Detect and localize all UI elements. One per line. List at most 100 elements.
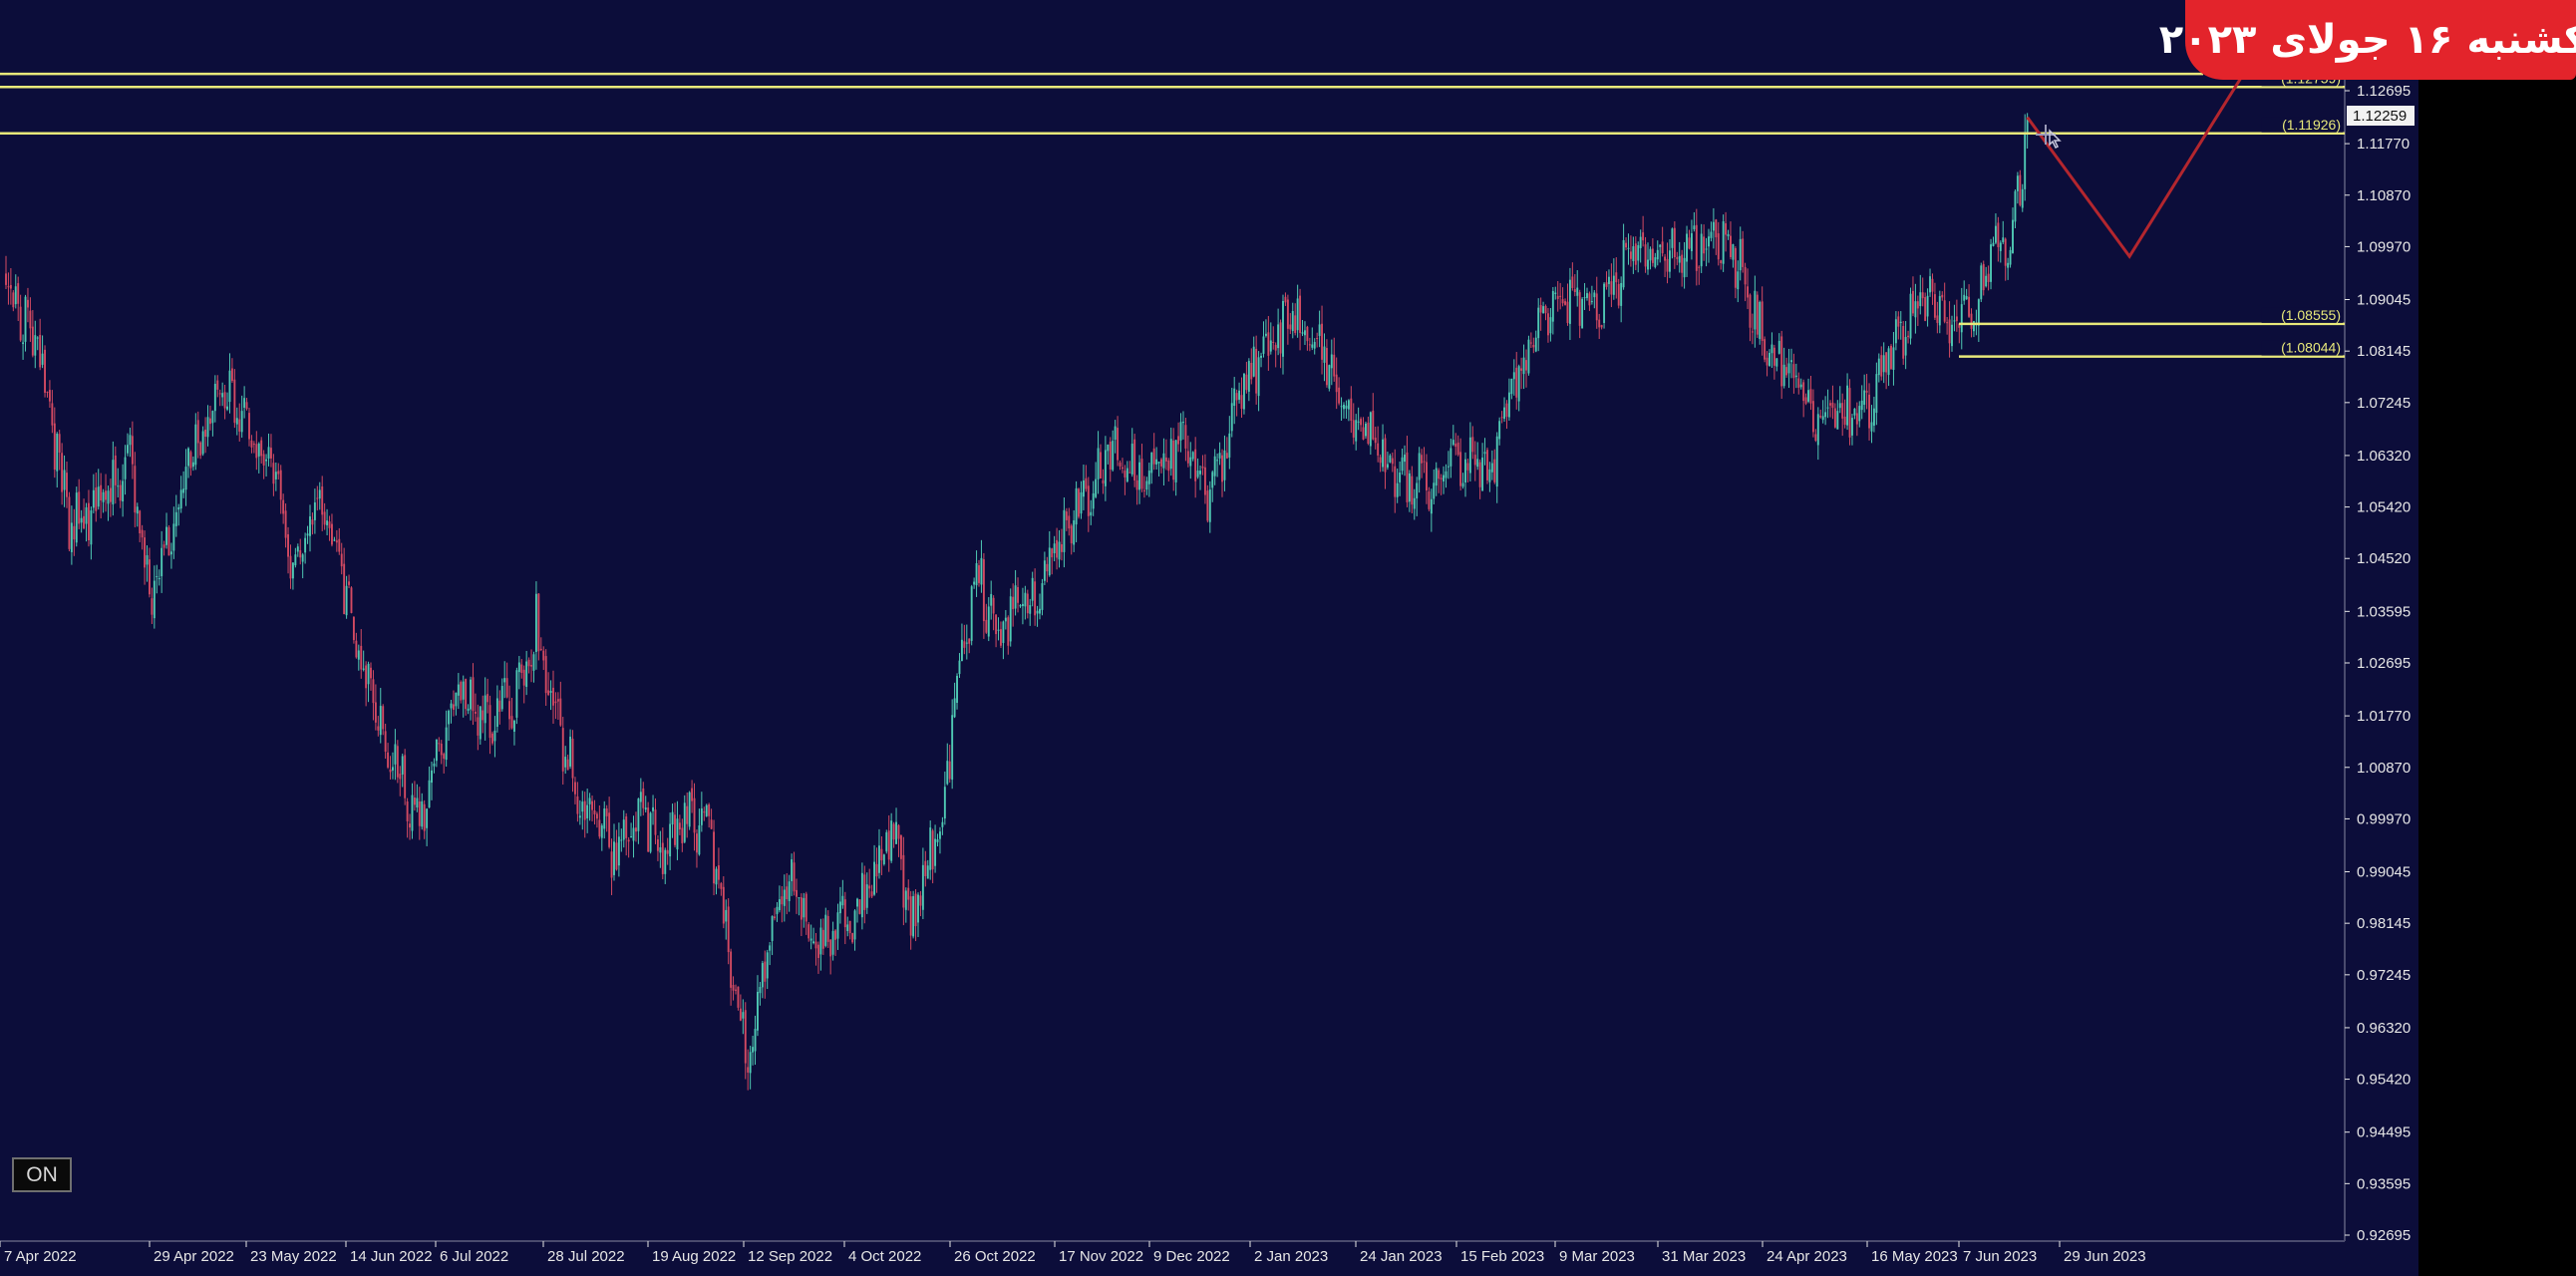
- bear-candle: [1456, 442, 1459, 456]
- bear-candle: [1968, 296, 1971, 317]
- bear-candle: [1362, 427, 1365, 440]
- bull-candle: [309, 516, 311, 536]
- bear-candle: [488, 705, 491, 739]
- bull-candle: [379, 706, 382, 736]
- bull-candle: [1138, 462, 1140, 490]
- bull-candle: [1260, 355, 1262, 358]
- bull-candle: [495, 698, 498, 728]
- bull-candle: [240, 411, 243, 433]
- bull-candle: [146, 554, 149, 565]
- bear-candle: [1673, 227, 1676, 258]
- bull-candle: [36, 337, 39, 339]
- bull-candle: [1593, 292, 1596, 298]
- bear-candle: [1698, 266, 1701, 268]
- bull-candle: [1243, 373, 1245, 410]
- on-button[interactable]: ON: [12, 1157, 72, 1192]
- bear-candle: [605, 807, 608, 816]
- bull-candle: [1627, 247, 1630, 249]
- bull-candle: [1004, 617, 1007, 622]
- bull-candle: [980, 557, 983, 585]
- bear-candle: [1172, 440, 1175, 480]
- bear-candle: [1797, 378, 1800, 388]
- price-tick-label: 0.95420: [2357, 1072, 2411, 1089]
- bear-candle: [717, 865, 720, 880]
- bear-candle: [1128, 472, 1131, 474]
- bull-candle: [705, 804, 708, 816]
- bear-candle: [486, 694, 489, 703]
- bull-candle: [1771, 344, 1773, 354]
- bear-candle: [1600, 325, 1603, 328]
- bear-candle: [722, 886, 725, 924]
- bull-candle: [934, 838, 937, 866]
- bear-candle: [520, 664, 523, 674]
- bull-candle: [958, 660, 961, 675]
- bear-candle: [747, 1067, 750, 1073]
- bull-candle: [1416, 482, 1419, 498]
- bear-candle: [661, 842, 664, 874]
- bull-candle: [56, 433, 59, 472]
- bull-candle: [1483, 452, 1486, 455]
- bull-candle: [1435, 468, 1438, 486]
- bull-candle: [1551, 290, 1554, 322]
- bear-candle: [1532, 345, 1535, 348]
- bull-candle: [228, 370, 231, 403]
- bull-candle: [1534, 337, 1537, 352]
- bull-candle: [1282, 300, 1284, 357]
- bull-candle: [1323, 346, 1326, 363]
- bull-candle: [112, 460, 115, 504]
- bull-candle: [515, 670, 518, 718]
- bull-candle: [1443, 475, 1445, 481]
- bear-candle: [387, 752, 390, 768]
- bull-candle: [1365, 423, 1367, 437]
- bear-candle: [530, 665, 532, 667]
- bull-candle: [191, 462, 194, 468]
- bear-candle: [1454, 443, 1457, 448]
- bull-candle: [1075, 487, 1078, 525]
- bear-candle: [542, 650, 545, 661]
- bear-candle: [1970, 313, 1973, 329]
- bull-candle: [294, 554, 297, 566]
- price-tick-label: 1.01770: [2357, 708, 2411, 725]
- bull-candle: [632, 827, 635, 841]
- bear-candle: [1056, 539, 1059, 558]
- bull-candle: [450, 703, 453, 709]
- bear-candle: [1520, 368, 1523, 371]
- bear-candle: [282, 499, 285, 514]
- bear-candle: [360, 645, 363, 670]
- bear-candle: [1666, 258, 1669, 272]
- bull-candle: [700, 808, 703, 825]
- bear-candle: [1744, 266, 1747, 285]
- bull-candle: [41, 353, 44, 365]
- bull-candle: [1586, 293, 1588, 298]
- bear-candle: [781, 896, 784, 905]
- time-tick-label: 24 Jan 2023: [1360, 1248, 1443, 1265]
- bull-candle: [1386, 464, 1389, 469]
- bull-candle: [1732, 244, 1735, 260]
- bull-candle: [187, 448, 189, 467]
- bull-candle: [1846, 385, 1849, 426]
- bear-candle: [870, 891, 873, 897]
- bull-candle: [1678, 255, 1681, 263]
- bull-candle: [1816, 414, 1819, 446]
- bear-candle: [851, 933, 854, 943]
- price-chart[interactable]: (1.12759)(1.11926)(1.08555)(1.08044) 1.1…: [0, 0, 2418, 1276]
- bull-candle: [1041, 583, 1044, 610]
- bull-candle: [1576, 287, 1579, 296]
- bull-candle: [865, 884, 868, 908]
- bear-candle: [1642, 232, 1645, 241]
- bear-candle: [453, 704, 455, 710]
- bear-candle: [233, 379, 236, 424]
- bear-candle: [566, 759, 569, 771]
- bull-candle: [1162, 453, 1165, 469]
- price-tick-label: 1.09970: [2357, 238, 2411, 255]
- chart-window[interactable]: (1.12759)(1.11926)(1.08555)(1.08044) 1.1…: [0, 0, 2418, 1276]
- bull-candle: [1396, 482, 1399, 497]
- bull-candle: [885, 831, 888, 852]
- bull-candle: [904, 890, 907, 910]
- bull-candle: [1481, 457, 1484, 491]
- bear-candle: [931, 830, 934, 870]
- bull-candle: [1318, 324, 1321, 337]
- bull-candle: [1036, 610, 1039, 614]
- bull-candle: [987, 606, 990, 637]
- bull-candle: [1953, 320, 1956, 322]
